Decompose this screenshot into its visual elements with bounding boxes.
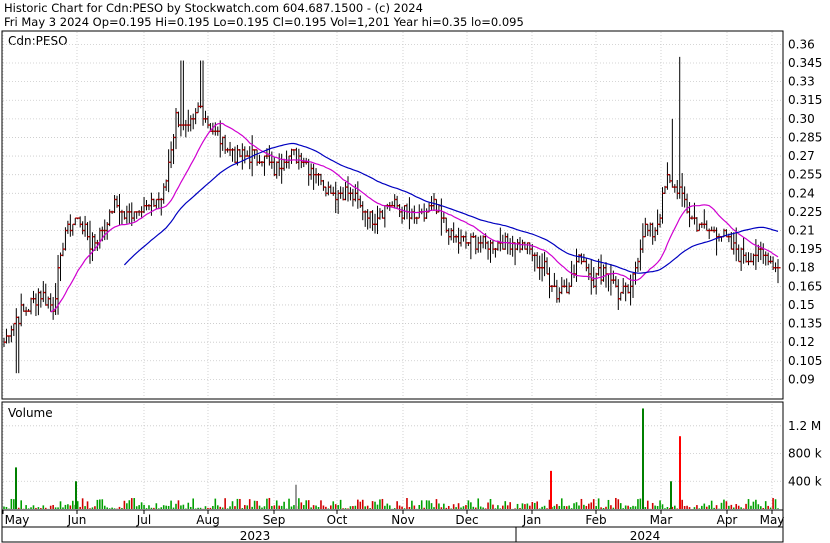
price-y-tick-label: 0.285	[788, 130, 822, 144]
price-y-tick-label: 0.165	[788, 279, 822, 293]
price-y-tick-label: 0.135	[788, 317, 822, 331]
x-month-label: Jun	[67, 513, 87, 527]
volume-y-tick-label: 400 k	[788, 474, 822, 488]
price-y-tick-label: 0.105	[788, 354, 822, 368]
price-y-tick-label: 0.09	[788, 372, 815, 386]
x-month-label: May	[5, 513, 30, 527]
price-y-tick-label: 0.27	[788, 149, 815, 163]
x-month-label: Jul	[136, 513, 151, 527]
price-y-axis: 0.36 0.345 0.33 0.315 0.30 0.285 0.27 0.255 0.24…	[788, 37, 822, 386]
year-label-2024: 2024	[630, 529, 661, 543]
x-month-label: May	[760, 513, 785, 527]
chart-header-line1: Historic Chart for Cdn:PESO by Stockwatc…	[4, 1, 423, 15]
price-y-tick-label: 0.36	[788, 37, 815, 51]
price-y-tick-label: 0.21	[788, 224, 815, 238]
x-month-label: Nov	[391, 513, 414, 527]
price-y-tick-label: 0.18	[788, 261, 815, 275]
x-month-label: Mar	[650, 513, 673, 527]
volume-y-tick-label: 800 k	[788, 447, 822, 461]
price-y-tick-label: 0.195	[788, 242, 822, 256]
price-y-tick-label: 0.345	[788, 56, 822, 70]
price-y-tick-label: 0.30	[788, 112, 815, 126]
year-label-2023: 2023	[240, 529, 271, 543]
price-y-tick-label: 0.33	[788, 75, 815, 89]
price-y-tick-label: 0.12	[788, 335, 815, 349]
volume-y-tick-label: 1.2 M	[788, 419, 821, 433]
price-y-tick-label: 0.315	[788, 93, 822, 107]
price-panel-title: Cdn:PESO	[8, 34, 68, 48]
x-month-label: Sep	[263, 513, 286, 527]
x-month-label: Oct	[327, 513, 348, 527]
x-month-label: Feb	[585, 513, 606, 527]
x-month-label: Aug	[196, 513, 219, 527]
price-y-tick-label: 0.15	[788, 298, 815, 312]
x-month-label: Dec	[455, 513, 478, 527]
price-y-tick-label: 0.24	[788, 186, 815, 200]
stock-chart: Historic Chart for Cdn:PESO by Stockwatc…	[1, 1, 822, 543]
volume-panel	[1, 401, 784, 511]
x-month-label: Apr	[717, 513, 738, 527]
volume-panel-title: Volume	[8, 406, 53, 420]
price-y-tick-label: 0.225	[788, 205, 822, 219]
volume-y-axis: 1.2 M 800 k 400 k	[788, 419, 822, 488]
price-y-tick-label: 0.255	[788, 168, 822, 182]
chart-header-line2: Fri May 3 2024 Op=0.195 Hi=0.195 Lo=0.19…	[4, 15, 524, 29]
x-month-label: Jan	[522, 513, 542, 527]
